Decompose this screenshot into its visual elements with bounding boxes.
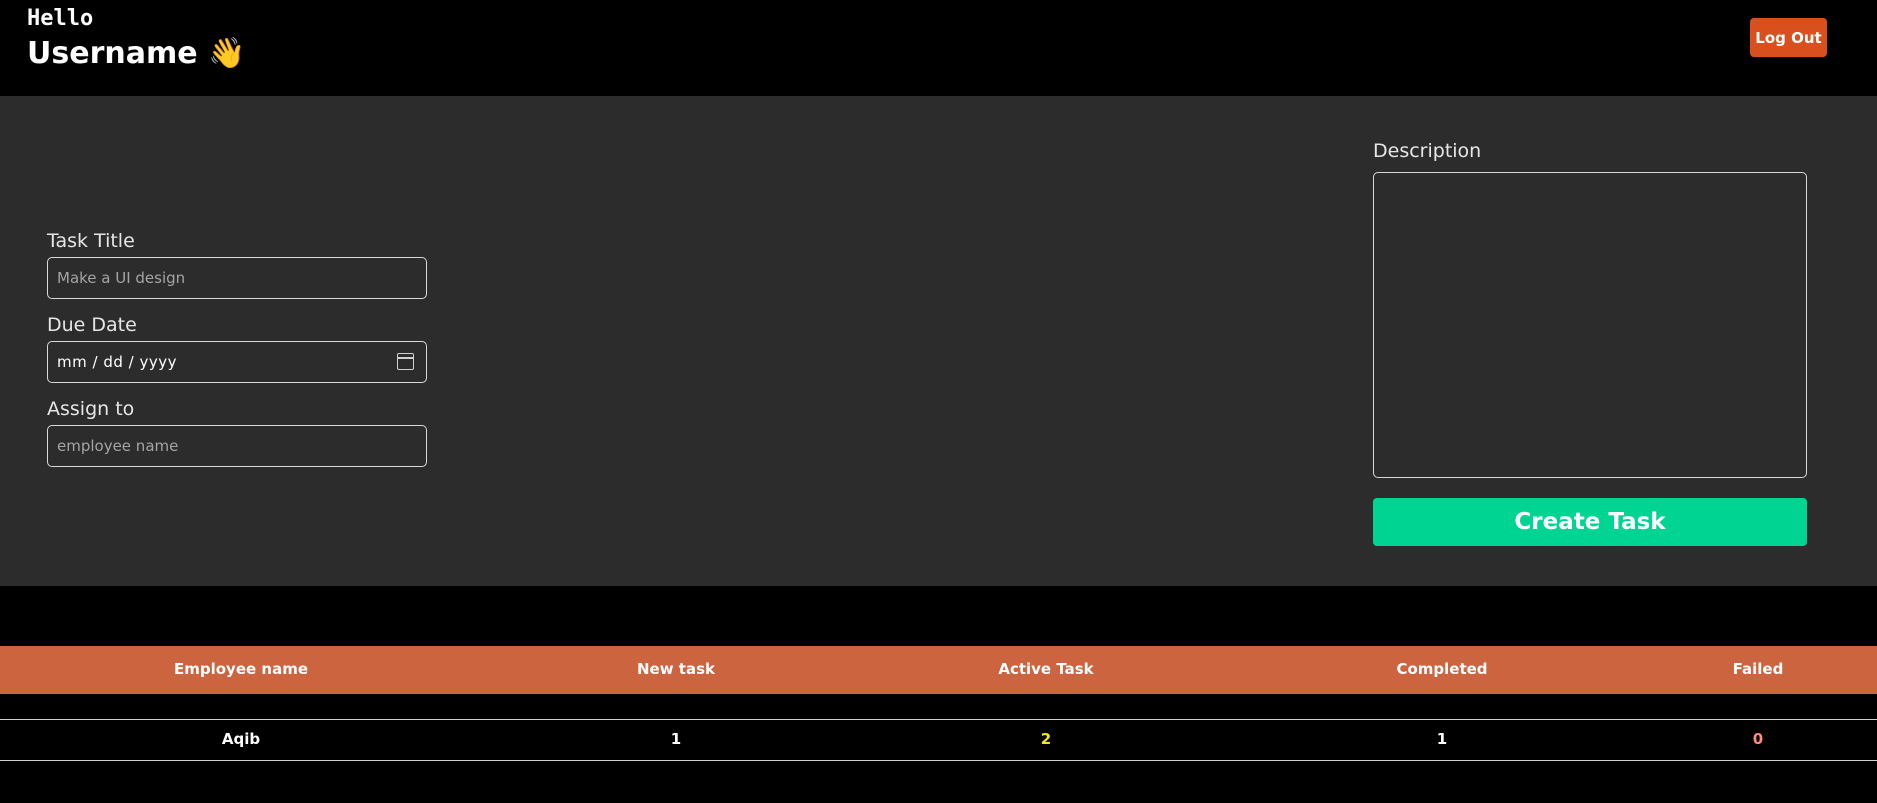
cell-employee-name: Aqib — [221, 730, 261, 748]
cell-active-task: 2 — [1040, 730, 1052, 748]
cell-new-task: 1 — [670, 730, 682, 748]
calendar-icon[interactable] — [397, 353, 414, 370]
table-row: Aqib 1 2 1 0 — [0, 719, 1877, 760]
column-failed: Failed — [1732, 660, 1784, 678]
cell-completed: 1 — [1436, 730, 1448, 748]
assign-to-label: Assign to — [47, 398, 135, 420]
username-heading: Username 👋 — [27, 36, 246, 71]
task-title-placeholder: Make a UI design — [57, 269, 186, 287]
logout-button[interactable]: Log Out — [1750, 18, 1827, 57]
due-date-label: Due Date — [47, 314, 137, 336]
create-task-button[interactable]: Create Task — [1373, 498, 1807, 546]
top-header: Hello Username 👋 Log Out — [0, 0, 1877, 96]
column-active-task: Active Task — [998, 660, 1094, 678]
description-label: Description — [1373, 140, 1482, 162]
row-divider — [0, 760, 1877, 761]
assign-to-input[interactable]: employee name — [47, 425, 427, 467]
table-header: Employee name New task Active Task Compl… — [0, 646, 1877, 694]
column-employee-name: Employee name — [173, 660, 309, 678]
column-completed: Completed — [1396, 660, 1488, 678]
task-title-input[interactable]: Make a UI design — [47, 257, 427, 299]
greeting-text: Hello — [27, 6, 94, 31]
column-new-task: New task — [636, 660, 716, 678]
description-textarea[interactable] — [1373, 172, 1807, 478]
cell-failed: 0 — [1752, 730, 1764, 748]
due-date-value: mm / dd / yyyy — [57, 353, 177, 371]
due-date-input[interactable]: mm / dd / yyyy — [47, 341, 427, 383]
assign-to-placeholder: employee name — [57, 437, 179, 455]
task-title-label: Task Title — [47, 230, 135, 252]
